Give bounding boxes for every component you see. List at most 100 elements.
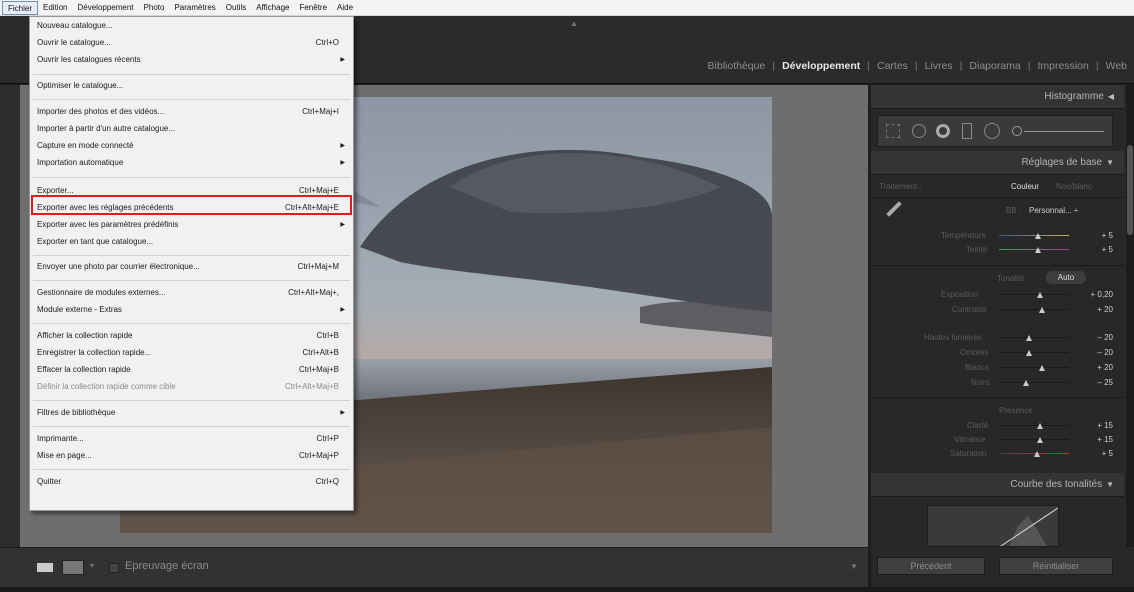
menu-item-envoyer-photo[interactable]: Envoyer une photo par courrier électroni…	[30, 260, 353, 274]
menu-item-exporter-parametres-predefinis[interactable]: Exporter avec les paramètres prédéfinis ▶	[30, 218, 353, 232]
treatment-bw-button[interactable]: Noir/blanc	[1056, 182, 1092, 191]
histogram-header[interactable]: Histogramme ◀	[871, 85, 1124, 109]
auto-tone-button[interactable]: Auto	[1046, 271, 1086, 284]
menu-item-capture-connecte[interactable]: Capture en mode connecté ▶	[30, 139, 353, 153]
menu-item-filtres-bibliotheque[interactable]: Filtres de bibliothèque ▶	[30, 406, 353, 420]
menu-aide[interactable]: Aide	[332, 1, 358, 15]
temperature-slider[interactable]	[999, 235, 1069, 236]
menu-item-quitter[interactable]: Quitter Ctrl+Q	[30, 475, 353, 489]
collapse-top-panel-icon[interactable]: ▲	[570, 19, 578, 28]
highlights-knob[interactable]	[1026, 335, 1032, 341]
menu-separator	[33, 99, 350, 100]
menu-item-imprimante[interactable]: Imprimante... Ctrl+P	[30, 432, 353, 446]
menu-item-label: Quitter	[37, 477, 62, 486]
exposure-knob[interactable]	[1037, 292, 1043, 298]
contrast-value[interactable]: + 20	[1083, 305, 1113, 314]
module-diaporama[interactable]: Diaporama	[962, 60, 1027, 72]
menu-outils[interactable]: Outils	[221, 1, 251, 15]
menu-item-module-externe-extras[interactable]: Module externe - Extras ▶	[30, 303, 353, 317]
menu-item-importer-photos[interactable]: Importer des photos et des vidéos... Ctrl…	[30, 105, 353, 119]
module-impression[interactable]: Impression	[1031, 60, 1096, 72]
loupe-view-icon[interactable]	[34, 560, 56, 575]
menu-item-exporter-catalogue[interactable]: Exporter en tant que catalogue...	[30, 235, 353, 249]
red-eye-icon[interactable]	[936, 124, 950, 138]
wb-preset-select[interactable]: Personnal... ÷	[1029, 206, 1078, 215]
menu-item-mise-en-page[interactable]: Mise en page... Ctrl+Maj+P	[30, 449, 353, 463]
reset-button[interactable]: Réinitialiser	[999, 557, 1113, 575]
highlights-slider[interactable]	[999, 337, 1069, 338]
clarity-knob[interactable]	[1037, 423, 1043, 429]
clarity-value[interactable]: + 15	[1083, 421, 1113, 430]
menu-parametres[interactable]: Paramètres	[169, 1, 220, 15]
whites-knob[interactable]	[1039, 365, 1045, 371]
compare-view-icon[interactable]	[62, 560, 84, 575]
white-balance-eyedropper-icon[interactable]	[886, 201, 902, 217]
highlights-value[interactable]: – 20	[1083, 333, 1113, 342]
tint-value[interactable]: + 5	[1083, 245, 1113, 254]
menu-item-importer-autre-catalogue[interactable]: Importer à partir d'un autre catalogue..…	[30, 122, 353, 136]
scrollbar-thumb[interactable]	[1127, 145, 1133, 235]
menu-item-label: Module externe - Extras	[37, 305, 122, 314]
basic-settings-header[interactable]: Réglages de base ▼	[871, 151, 1124, 175]
menu-fichier[interactable]: Fichier	[2, 0, 39, 15]
module-livres[interactable]: Livres	[918, 60, 960, 72]
module-cartes[interactable]: Cartes	[870, 60, 915, 72]
menu-photo[interactable]: Photo	[139, 1, 170, 15]
tint-slider[interactable]	[999, 249, 1069, 250]
menu-item-nouveau-catalogue[interactable]: Nouveau catalogue...	[30, 19, 353, 33]
temperature-value[interactable]: + 5	[1083, 231, 1113, 240]
graduated-filter-icon[interactable]	[962, 123, 972, 139]
whites-slider[interactable]	[999, 367, 1069, 368]
menu-item-importation-automatique[interactable]: Importation automatique ▶	[30, 156, 353, 170]
module-developpement[interactable]: Développement	[775, 60, 867, 72]
exposure-value[interactable]: + 0,20	[1083, 290, 1113, 299]
menu-item-ouvrir-catalogue[interactable]: Ouvrir le catalogue... Ctrl+O	[30, 36, 353, 50]
blacks-value[interactable]: – 25	[1083, 378, 1113, 387]
menu-developpement[interactable]: Développement	[72, 1, 138, 15]
shadows-knob[interactable]	[1026, 350, 1032, 356]
shadows-slider[interactable]	[999, 352, 1069, 353]
whites-label: Blancs	[965, 363, 990, 372]
menu-affichage[interactable]: Affichage	[251, 1, 294, 15]
blacks-knob[interactable]	[1023, 380, 1029, 386]
menu-fenetre[interactable]: Fenêtre	[294, 1, 332, 15]
radial-filter-icon[interactable]	[984, 123, 1000, 139]
brush-size-slider[interactable]	[1024, 131, 1104, 132]
exposure-slider[interactable]	[999, 294, 1069, 295]
vibrance-knob[interactable]	[1037, 437, 1043, 443]
menu-item-optimiser-catalogue[interactable]: Optimiser le catalogue...	[30, 79, 353, 93]
menu-item-effacer-collection-rapide[interactable]: Effacer la collection rapide Ctrl+Maj+B	[30, 363, 353, 377]
vibrance-value[interactable]: + 15	[1083, 435, 1113, 444]
vibrance-slider[interactable]	[999, 439, 1069, 440]
tone-curve-header[interactable]: Courbe des tonalités ▼	[871, 473, 1124, 497]
tint-knob[interactable]	[1035, 247, 1041, 253]
menu-item-enregistrer-collection-rapide[interactable]: Enregistrer la collection rapide... Ctrl+…	[30, 346, 353, 360]
toolbar-menu-icon[interactable]: ▼	[850, 562, 858, 571]
menu-item-label: Imprimante...	[37, 434, 84, 443]
contrast-knob[interactable]	[1039, 307, 1045, 313]
shadows-value[interactable]: – 20	[1083, 348, 1113, 357]
adjustment-brush-icon[interactable]	[1012, 126, 1022, 136]
clarity-slider[interactable]	[999, 425, 1069, 426]
view-dropdown-icon[interactable]: ▾	[90, 561, 94, 570]
menu-edition[interactable]: Edition	[38, 1, 72, 15]
right-panel-scrollbar[interactable]	[1126, 85, 1134, 547]
contrast-slider[interactable]	[999, 309, 1069, 310]
module-bibliotheque[interactable]: Bibliothèque	[701, 60, 773, 72]
menu-item-gestionnaire-modules[interactable]: Gestionnaire de modules externes... Ctrl+…	[30, 286, 353, 300]
blacks-slider[interactable]	[999, 382, 1069, 383]
whites-value[interactable]: + 20	[1083, 363, 1113, 372]
treatment-color-button[interactable]: Couleur	[1011, 182, 1039, 191]
crop-tool-icon[interactable]	[886, 124, 900, 138]
saturation-knob[interactable]	[1034, 451, 1040, 457]
module-web[interactable]: Web	[1099, 60, 1134, 72]
saturation-value[interactable]: + 5	[1083, 449, 1113, 458]
menu-item-afficher-collection-rapide[interactable]: Afficher la collection rapide Ctrl+B	[30, 329, 353, 343]
menu-item-label: Ouvrir le catalogue...	[37, 38, 111, 47]
spot-removal-icon[interactable]	[912, 124, 926, 138]
previous-button[interactable]: Précédent	[877, 557, 985, 575]
tone-curve-graph[interactable]	[927, 505, 1059, 547]
temperature-knob[interactable]	[1035, 233, 1041, 239]
menu-item-catalogues-recents[interactable]: Ouvrir les catalogues récents ▶	[30, 53, 353, 67]
softproof-checkbox[interactable]	[109, 563, 119, 573]
